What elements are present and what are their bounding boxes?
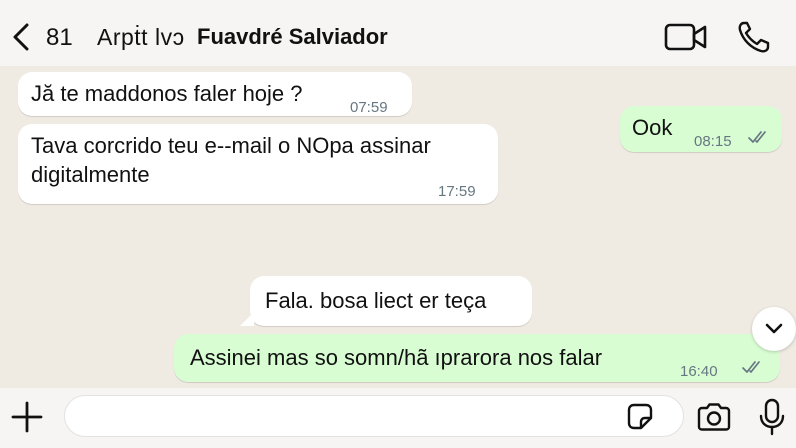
unread-count[interactable]: 81 xyxy=(46,24,73,52)
sticker-icon[interactable] xyxy=(625,402,655,432)
message-bubble-outgoing[interactable]: Ook 08:15 xyxy=(620,106,782,152)
chat-header: 81 Arpṫt lvɔ Fuavdré Salviador xyxy=(0,0,796,66)
video-call-icon xyxy=(664,23,707,51)
back-button[interactable] xyxy=(10,22,32,52)
voice-call-button[interactable] xyxy=(735,19,775,55)
contact-prefix[interactable]: Arpṫt lvɔ xyxy=(97,24,185,51)
read-receipt-icon xyxy=(748,131,766,143)
phone-icon xyxy=(738,21,770,53)
microphone-icon[interactable] xyxy=(757,398,787,436)
message-text: Ook xyxy=(632,115,673,140)
message-time: 08:15 xyxy=(694,133,732,150)
message-time: 07:59 xyxy=(350,99,388,116)
message-text-line1: Tava corcrido teu e--mail o NOpa assinar xyxy=(31,133,431,158)
message-text-line2: digitalmente xyxy=(31,162,150,187)
message-bubble-incoming[interactable]: Fala. bosa liect er teça xyxy=(250,276,532,326)
plus-icon[interactable] xyxy=(10,400,44,434)
chevron-down-icon xyxy=(765,323,783,334)
chevron-left-icon xyxy=(13,23,29,51)
scroll-to-bottom-button[interactable] xyxy=(752,307,796,351)
bubble-tail xyxy=(240,312,254,326)
camera-icon[interactable] xyxy=(696,402,732,432)
message-input[interactable] xyxy=(64,395,684,437)
message-text: Jă te maddonos faler hoje ? xyxy=(31,81,303,106)
message-time: 17:59 xyxy=(438,183,476,200)
contact-name[interactable]: Fuavdré Salviador xyxy=(197,24,388,50)
video-call-button[interactable] xyxy=(663,20,709,54)
message-text: Assinei mas so somn/hã ıprarora nos fala… xyxy=(190,345,603,370)
message-composer xyxy=(0,388,796,448)
message-list[interactable]: Jă te maddonos faler hoje ? 07:59 Tava c… xyxy=(0,66,796,388)
message-bubble-incoming[interactable]: Jă te maddonos faler hoje ? 07:59 xyxy=(18,72,412,116)
message-text: Fala. bosa liect er teça xyxy=(265,288,487,313)
message-time: 16:40 xyxy=(680,363,718,380)
message-bubble-outgoing[interactable]: Assinei mas so somn/hã ıprarora nos fala… xyxy=(174,334,780,382)
read-receipt-icon xyxy=(742,361,760,373)
message-bubble-incoming[interactable]: Tava corcrido teu e--mail o NOpa assinar… xyxy=(18,124,498,204)
